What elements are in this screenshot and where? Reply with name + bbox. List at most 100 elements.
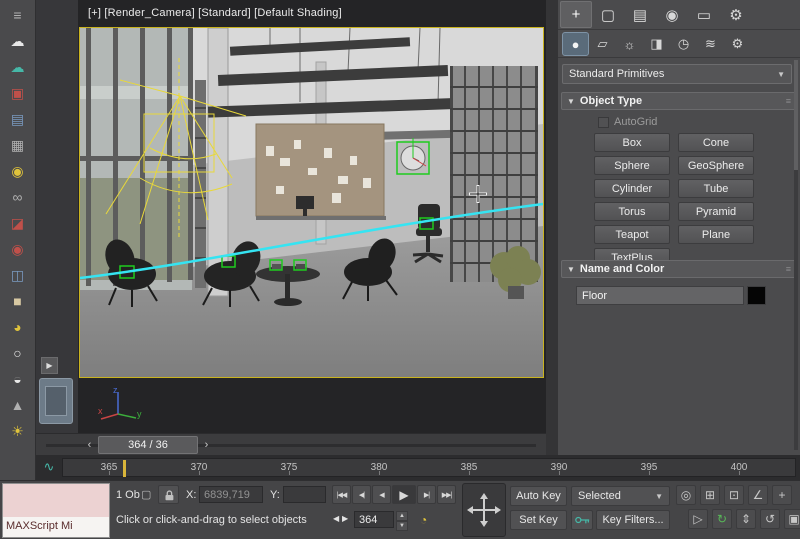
object-type-torus-button[interactable]: Torus [594, 202, 670, 221]
link-icon[interactable]: ∞ [3, 184, 33, 210]
roll-icon[interactable]: ↺ [760, 509, 780, 529]
category-systems[interactable]: ⚙ [724, 32, 751, 56]
key-selection-dropdown[interactable]: Selected ▼ [571, 486, 670, 506]
sun-icon[interactable]: ☀ [3, 418, 33, 444]
tab-create[interactable]: + [560, 1, 592, 28]
auto-key-button[interactable]: Auto Key [510, 486, 567, 506]
next-frame-button[interactable]: ▶| [417, 485, 436, 504]
panel-scrollbar[interactable] [794, 60, 798, 450]
cloud-sync-icon[interactable]: ☁ [3, 54, 33, 80]
panel-scrollbar-thumb[interactable] [794, 60, 798, 170]
tab-motion[interactable]: ◉ [656, 1, 688, 28]
pan-icon[interactable]: + [772, 485, 792, 505]
frame-spinner[interactable]: ▲ ▼ [396, 511, 408, 531]
y-coordinate-field[interactable] [283, 486, 326, 503]
time-slider-next-arrow[interactable]: › [200, 437, 213, 453]
orbit-icon[interactable]: ↻ [712, 509, 732, 529]
object-type-tube-button[interactable]: Tube [678, 179, 754, 198]
object-type-plane-button[interactable]: Plane [678, 225, 754, 244]
helmet-icon[interactable]: ◕ [3, 314, 33, 340]
fov-icon[interactable]: ∠ [748, 485, 768, 505]
cloud-icon[interactable]: ☁ [3, 28, 33, 54]
object-type-cone-button[interactable]: Cone [678, 133, 754, 152]
frame-forward-arrow-icon[interactable]: ▶ [342, 514, 348, 523]
goto-start-button[interactable]: |◀◀ [332, 485, 351, 504]
x-coordinate-field[interactable]: 6839,719 [199, 486, 263, 503]
set-key-mode-button[interactable] [571, 510, 593, 530]
panel-splitter[interactable] [546, 0, 558, 455]
time-slider-handle[interactable]: 364 / 36 [98, 436, 198, 454]
lock-icon [162, 488, 176, 502]
primitive-category-dropdown[interactable]: Standard Primitives ▼ [562, 64, 792, 84]
maxscript-mini-listener[interactable]: MAXScript Mi [2, 483, 110, 538]
tab-hierarchy[interactable]: ▤ [624, 1, 656, 28]
move-gizmo-button[interactable] [462, 483, 506, 537]
object-color-swatch[interactable] [747, 286, 766, 305]
selection-region-icon[interactable]: ▢ [141, 488, 151, 501]
zoom-icon[interactable]: ◎ [676, 485, 696, 505]
svg-text:y: y [137, 409, 142, 419]
goto-end-button[interactable]: ▶▶| [437, 485, 456, 504]
frame-back-arrow-icon[interactable]: ◀ [333, 514, 339, 523]
sphere-icon[interactable]: ○ [3, 340, 33, 366]
light-icon[interactable]: ◉ [3, 158, 33, 184]
time-slider-prev-arrow[interactable]: ‹ [83, 437, 96, 453]
box-icon[interactable]: ■ [3, 288, 33, 314]
spinner-down-icon[interactable]: ▼ [396, 521, 408, 531]
spinner-up-icon[interactable]: ▲ [396, 511, 408, 521]
category-space-warps[interactable]: ≋ [697, 32, 724, 56]
tab-display[interactable]: ▭ [688, 1, 720, 28]
category-geometry[interactable]: ● [562, 32, 589, 56]
mirror-icon[interactable]: ◫ [3, 262, 33, 288]
autogrid-checkbox[interactable] [598, 117, 609, 128]
object-type-cylinder-button[interactable]: Cylinder [594, 179, 670, 198]
grid-icon[interactable]: ▦ [3, 132, 33, 158]
chevron-down-icon: ▼ [655, 492, 663, 501]
cone-icon[interactable]: ▲ [3, 392, 33, 418]
maximize-viewport-icon[interactable]: ▣ [784, 509, 800, 529]
track-bar[interactable]: ∿ 365 370 375 380 385 390 395 400 [36, 455, 800, 480]
material-icon[interactable]: ◪ [3, 210, 33, 236]
set-key-button[interactable]: Set Key [510, 510, 567, 530]
category-helpers[interactable]: ◷ [670, 32, 697, 56]
current-frame-marker[interactable] [123, 460, 126, 477]
category-cameras[interactable]: ◨ [643, 32, 670, 56]
object-name-field[interactable]: Floor [576, 286, 744, 305]
category-shapes[interactable]: ▱ [589, 32, 616, 56]
play-button[interactable]: ▶ [392, 485, 416, 504]
viewport-label[interactable]: [+] [Render_Camera] [Standard] [Default … [88, 7, 342, 19]
trackbar-curve-icon[interactable]: ∿ [40, 458, 58, 476]
object-type-rollout-header[interactable]: ▼ Object Type ≡ [561, 92, 797, 110]
previous-key-button[interactable]: ◀| [352, 485, 371, 504]
object-type-sphere-button[interactable]: Sphere [594, 156, 670, 175]
menu-icon[interactable]: ≡ [3, 2, 33, 28]
dolly-icon[interactable]: ⇕ [736, 509, 756, 529]
tab-modify[interactable]: ▢ [592, 1, 624, 28]
tab-utilities[interactable]: ⚙ [720, 1, 752, 28]
current-frame-field[interactable]: 364 [354, 511, 394, 528]
viewport[interactable]: [+] [Render_Camera] [Standard] [Default … [78, 0, 546, 433]
time-slider[interactable]: ‹ 364 / 36 › [36, 433, 546, 455]
category-lights[interactable]: ☼ [616, 32, 643, 56]
name-color-rollout-header[interactable]: ▼ Name and Color ≡ [561, 260, 797, 278]
zoom-all-icon[interactable]: ⊞ [700, 485, 720, 505]
selection-lock-button[interactable] [158, 485, 179, 504]
layout-expand-button[interactable]: ▶ [41, 357, 58, 374]
object-type-pyramid-button[interactable]: Pyramid [678, 202, 754, 221]
key-filters-button[interactable]: Key Filters... [596, 510, 670, 530]
rollout-grip-icon: ≡ [786, 264, 791, 274]
previous-frame-button[interactable]: ◀ [372, 485, 391, 504]
space-warp-icon[interactable]: ◉ [3, 236, 33, 262]
teapot-icon[interactable]: ◒ [3, 366, 33, 392]
zoom-extents-icon[interactable]: ⊡ [724, 485, 744, 505]
object-type-geosphere-button[interactable]: GeoSphere [678, 156, 754, 175]
object-type-box-button[interactable]: Box [594, 133, 670, 152]
open-listener-arrow-icon[interactable]: ▷ [688, 509, 708, 529]
viewport-layout-tab[interactable] [39, 378, 73, 424]
image-icon[interactable]: ▣ [3, 80, 33, 106]
trackbar-ruler[interactable]: 365 370 375 380 385 390 395 400 [62, 458, 796, 477]
time-configuration-icon[interactable]: ◔ [420, 513, 427, 527]
layers-icon[interactable]: ▤ [3, 106, 33, 132]
viewport-canvas[interactable] [79, 27, 544, 378]
object-type-teapot-button[interactable]: Teapot [594, 225, 670, 244]
